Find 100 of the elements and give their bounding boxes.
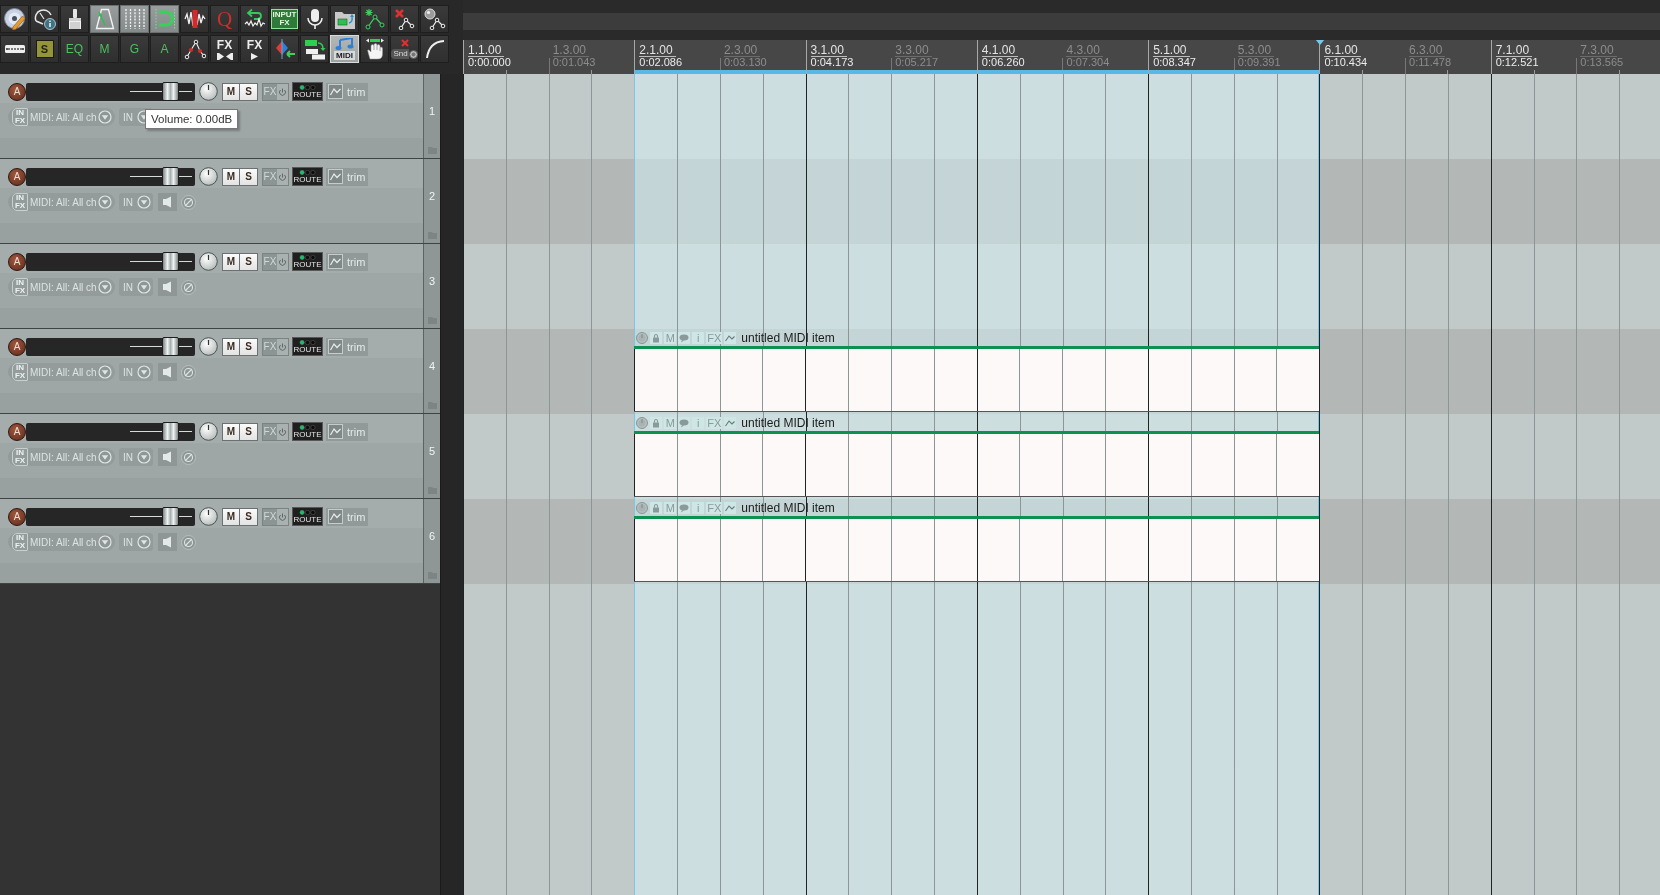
toolbar-button[interactable] [330,5,359,33]
ruler-segment[interactable]: 5.1.00 0:08.347 [1148,40,1234,74]
record-arm-button[interactable]: A [8,337,26,356]
solo-button[interactable]: S [240,337,258,356]
mute-button[interactable]: M [222,167,240,186]
line-graph-icon[interactable] [724,417,737,429]
toolbar-button[interactable]: Snd [390,35,419,63]
toolbar-button[interactable]: A [150,35,179,63]
line-graph-icon[interactable] [724,332,737,344]
toolbar-button[interactable]: MIDI [330,35,359,63]
solo-button[interactable]: S [240,252,258,271]
solo-button[interactable]: S [240,167,258,186]
record-monitor-button[interactable] [158,533,177,551]
ruler-segment[interactable]: 3.1.00 0:04.173 [805,40,892,74]
toolbar-button[interactable] [360,35,389,63]
volume-fader[interactable] [130,507,192,526]
record-monitor-button[interactable] [158,193,177,211]
pan-knob[interactable] [199,82,218,101]
ruler-bar-label: 6.3.00 [1409,44,1446,57]
fader-thumb[interactable] [162,82,180,101]
fader-thumb[interactable] [162,507,180,526]
solo-button[interactable]: S [240,422,258,441]
cursor-triangle-icon[interactable] [1315,40,1326,45]
toolbar-button[interactable]: M [90,35,119,63]
volume-fader[interactable] [130,422,192,441]
track-lane[interactable] [463,159,1660,244]
power-icon [277,508,288,525]
toolbar-button[interactable]: S [30,35,59,63]
record-arm-button[interactable]: A [8,422,26,441]
record-arm-button[interactable]: A [8,252,26,271]
volume-fader[interactable] [130,167,192,186]
record-monitor-button[interactable] [158,363,177,381]
input-fx-button[interactable]: IN FX [8,278,28,296]
toolbar-button[interactable]: FX [240,35,269,63]
toolbar-button[interactable] [420,5,449,33]
mute-button[interactable]: M [222,337,240,356]
toolbar-button[interactable]: G [120,35,149,63]
mute-button[interactable]: M [222,82,240,101]
fader-thumb[interactable] [162,252,180,271]
toolbar-button[interactable] [300,35,329,63]
ruler-segment[interactable]: 2.1.00 0:02.086 [634,40,720,74]
phase-button[interactable] [181,534,196,550]
fader-thumb[interactable] [162,337,180,356]
toolbar-button[interactable]: EQ [60,35,89,63]
speaker-icon [158,363,177,381]
ruler-segment[interactable]: 4.1.00 0:06.260 [976,40,1063,74]
toolbar-button[interactable] [420,35,449,63]
toolbar-button[interactable] [300,5,329,33]
pan-knob[interactable] [199,337,218,356]
record-arm-button[interactable]: A [8,82,26,101]
record-arm-button[interactable]: A [8,167,26,186]
record-arm-button[interactable]: A [8,507,26,526]
solo-button[interactable]: S [240,507,258,526]
mute-button[interactable]: M [222,507,240,526]
route-button[interactable]: ROUTE [292,337,323,356]
input-fx-button[interactable]: IN FX [8,193,28,211]
track-lane[interactable] [463,244,1660,329]
phase-button[interactable] [181,279,196,295]
route-button[interactable]: ROUTE [292,167,323,186]
phase-button[interactable] [181,194,196,210]
toolbar-button[interactable] [270,35,299,63]
power-icon [277,83,288,100]
toolbar-button[interactable]: INPUT FX [270,5,299,33]
route-button[interactable]: ROUTE [292,252,323,271]
route-button[interactable]: ROUTE [292,507,323,526]
mute-button[interactable]: M [222,422,240,441]
record-monitor-button[interactable] [158,448,177,466]
route-button[interactable]: ROUTE [292,82,323,101]
fader-thumb[interactable] [162,422,180,441]
track-lane[interactable] [463,74,1660,159]
mute-button[interactable]: M [222,252,240,271]
pan-knob[interactable] [199,167,218,186]
input-fx-button[interactable]: IN FX [8,533,28,551]
toolbar-button[interactable] [180,35,209,63]
volume-fader[interactable] [130,252,192,271]
toolbar-button[interactable] [60,5,89,33]
toolbar-button[interactable] [0,35,29,63]
input-fx-button[interactable]: IN FX [8,448,28,466]
pan-knob[interactable] [199,507,218,526]
input-fx-button[interactable]: IN FX [8,108,28,126]
pan-knob[interactable] [199,252,218,271]
record-monitor-button[interactable] [158,278,177,296]
toolbar-button[interactable]: FX [210,35,239,63]
toolbar-button[interactable] [390,5,419,33]
toolbar-button[interactable] [0,5,29,33]
toolbar-button[interactable] [240,5,269,33]
solo-button[interactable]: S [240,82,258,101]
line-graph-icon[interactable] [724,502,737,514]
toolbar-button[interactable] [180,5,209,33]
volume-fader[interactable] [130,82,192,101]
ruler-time-label: 0:06.260 [981,57,1025,68]
phase-button[interactable] [181,449,196,465]
toolbar-button[interactable] [30,5,59,33]
phase-button[interactable] [181,364,196,380]
toolbar-button[interactable] [360,5,389,33]
fader-thumb[interactable] [162,167,180,186]
input-fx-button[interactable]: IN FX [8,363,28,381]
pan-knob[interactable] [199,422,218,441]
route-button[interactable]: ROUTE [292,422,323,441]
volume-fader[interactable] [130,337,192,356]
